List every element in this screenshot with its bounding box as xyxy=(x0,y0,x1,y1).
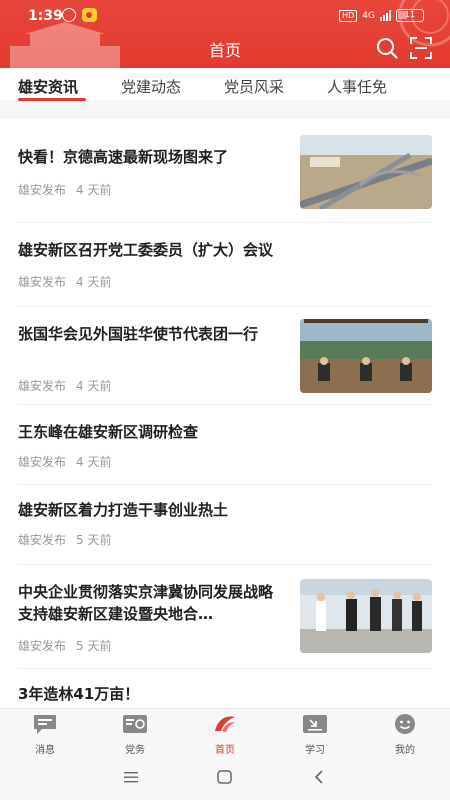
news-item[interactable]: 雄安新区召开党工委委员（扩大）会议 雄安发布 4 天前 xyxy=(18,223,432,307)
news-time: 4 天前 xyxy=(76,379,112,393)
nav-label: 学习 xyxy=(305,745,325,756)
hd-icon: HD xyxy=(339,9,358,22)
nav-home[interactable]: 首页 xyxy=(195,713,255,756)
news-time: 5 天前 xyxy=(76,639,112,653)
party-affairs-icon xyxy=(123,715,147,733)
study-icon xyxy=(303,715,327,733)
news-source: 雄安发布 xyxy=(18,379,67,393)
nav-messages[interactable]: 消息 xyxy=(15,713,75,756)
profile-icon xyxy=(395,714,415,734)
nav-party-affairs[interactable]: 党务 xyxy=(105,713,165,756)
news-source: 雄安发布 xyxy=(18,275,67,289)
news-title: 张国华会见外国驻华使节代表团一行 xyxy=(18,325,259,343)
news-title: 王东峰在雄安新区调研检查 xyxy=(18,423,199,441)
menu-icon[interactable] xyxy=(124,771,140,783)
news-source: 雄安发布 xyxy=(18,533,67,547)
tab-xiongan-news[interactable]: 雄安资讯 xyxy=(18,76,78,97)
news-title: 快看！京德高速最新现场图来了 xyxy=(18,148,229,166)
alarm-icon xyxy=(62,8,76,22)
news-time: 5 天前 xyxy=(76,533,112,547)
search-icon[interactable] xyxy=(376,37,398,59)
news-list[interactable]: 快看！京德高速最新现场图来了 雄安发布 4 天前 雄安新区召开党工委委员（扩大）会… xyxy=(0,103,450,708)
status-bar: 1:39 HD 4G 11 xyxy=(0,0,450,32)
nav-study[interactable]: 学习 xyxy=(285,713,345,756)
news-item[interactable]: 快看！京德高速最新现场图来了 雄安发布 4 天前 xyxy=(18,119,432,223)
tab-personnel[interactable]: 人事任免 xyxy=(327,76,387,97)
active-tab-indicator xyxy=(18,98,86,101)
nav-label: 首页 xyxy=(215,745,235,756)
news-item[interactable]: 中央企业贯彻落实京津冀协同发展战略支持雄安新区建设暨央地合… 雄安发布 5 天前 xyxy=(18,565,432,669)
message-icon xyxy=(34,715,56,734)
nav-label: 消息 xyxy=(35,745,55,756)
tab-party-members[interactable]: 党员风采 xyxy=(224,76,284,97)
weibo-icon xyxy=(82,8,97,22)
battery-level: 11 xyxy=(404,10,416,19)
officials-walking-image xyxy=(300,579,432,653)
news-item[interactable]: 3年造林41万亩！ xyxy=(18,669,432,708)
news-time: 4 天前 xyxy=(76,455,112,469)
home-logo-icon xyxy=(215,716,235,732)
news-item[interactable]: 王东峰在雄安新区调研检查 雄安发布 4 天前 xyxy=(18,405,432,485)
network-type: 4G xyxy=(362,10,375,21)
bottom-navigation: 消息 党务 首页 学习 我的 xyxy=(0,708,450,756)
nav-label: 党务 xyxy=(125,745,145,756)
scan-icon[interactable] xyxy=(410,37,432,59)
tab-party-building[interactable]: 党建动态 xyxy=(121,76,181,97)
news-source: 雄安发布 xyxy=(18,183,67,197)
nav-profile[interactable]: 我的 xyxy=(375,713,435,756)
nav-label: 我的 xyxy=(395,745,415,756)
news-title: 3年造林41万亩！ xyxy=(18,685,140,703)
signal-icon xyxy=(380,10,391,21)
status-time: 1:39 xyxy=(28,8,63,24)
news-time: 4 天前 xyxy=(76,183,112,197)
back-icon[interactable] xyxy=(313,770,325,784)
news-source: 雄安发布 xyxy=(18,455,67,469)
news-item[interactable]: 张国华会见外国驻华使节代表团一行 雄安发布 4 天前 xyxy=(18,307,432,405)
news-title: 雄安新区召开党工委委员（扩大）会议 xyxy=(18,241,274,259)
system-nav-bar xyxy=(0,756,450,800)
home-button-icon[interactable] xyxy=(217,770,233,784)
category-tabs: 雄安资讯 党建动态 党员风采 人事任免 xyxy=(0,68,450,102)
battery-icon: 11 xyxy=(396,9,424,22)
news-title: 雄安新区着力打造干事创业热土 xyxy=(18,501,229,519)
news-item[interactable]: 雄安新区着力打造干事创业热土 雄安发布 5 天前 xyxy=(18,485,432,565)
highway-aerial-image xyxy=(300,135,432,209)
meeting-room-image xyxy=(300,319,432,393)
app-header: 1:39 HD 4G 11 首页 xyxy=(0,0,450,68)
news-source: 雄安发布 xyxy=(18,639,67,653)
news-title: 中央企业贯彻落实京津冀协同发展战略支持雄安新区建设暨央地合… xyxy=(18,583,274,623)
news-time: 4 天前 xyxy=(76,275,112,289)
